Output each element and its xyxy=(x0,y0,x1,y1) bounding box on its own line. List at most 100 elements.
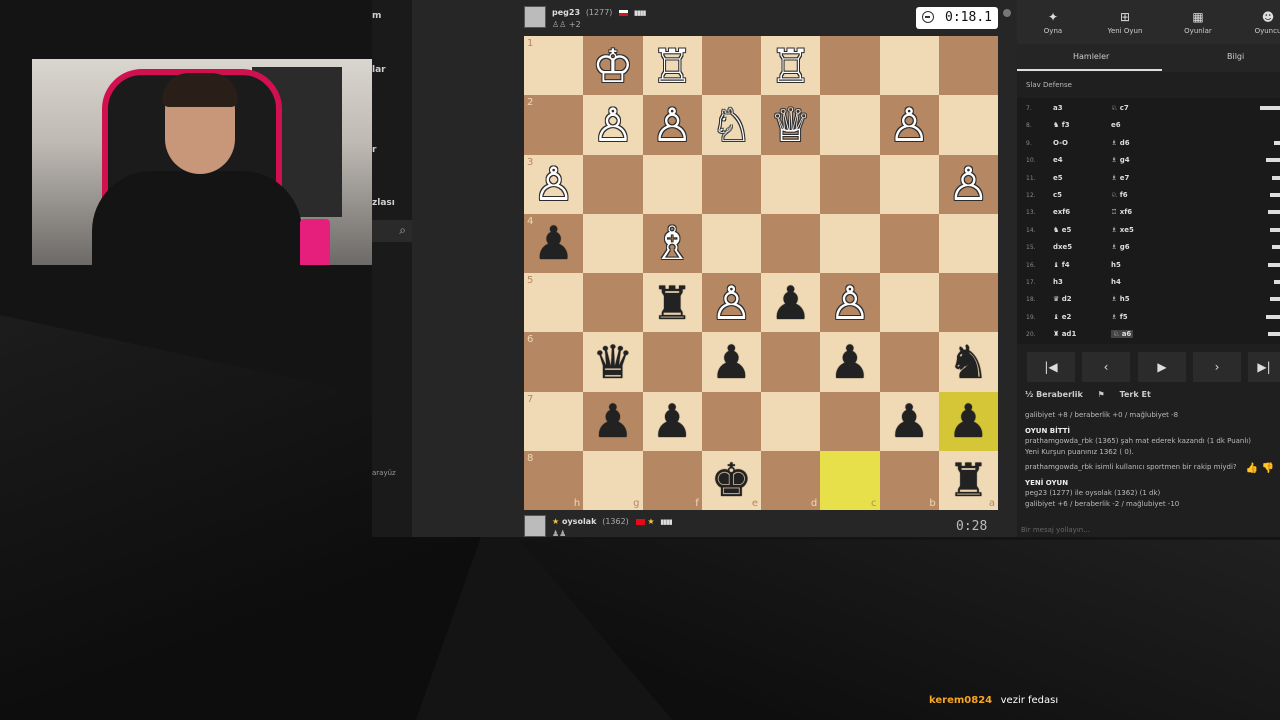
white-pawn-piece[interactable]: ♙ xyxy=(592,102,633,148)
black-pawn-piece[interactable]: ♟ xyxy=(829,339,870,385)
board-square[interactable] xyxy=(642,332,702,392)
board-square[interactable]: ♖ xyxy=(761,36,821,96)
board-square[interactable] xyxy=(820,391,880,451)
board-square[interactable]: ♛ xyxy=(583,332,643,392)
board-square[interactable]: 3 ♙ xyxy=(524,154,584,214)
white-move[interactable]: O-O xyxy=(1053,139,1068,147)
board-square[interactable] xyxy=(938,273,998,333)
board-square[interactable]: ♟ xyxy=(879,391,939,451)
black-move[interactable]: ♗ xe5 xyxy=(1111,226,1134,234)
black-move[interactable]: ♗ f5 xyxy=(1111,313,1128,321)
board-square[interactable]: 2 xyxy=(524,95,584,155)
board-square[interactable] xyxy=(820,213,880,273)
search-box[interactable]: ⌕ xyxy=(372,220,412,242)
white-move[interactable]: ♜ ad1 xyxy=(1053,330,1076,338)
white-move[interactable]: e5 xyxy=(1053,174,1063,182)
board-square[interactable]: ♟ xyxy=(583,391,643,451)
board-square[interactable]: b xyxy=(879,450,939,510)
white-rook-piece[interactable]: ♖ xyxy=(770,43,811,89)
white-bishop-piece[interactable]: ♗ xyxy=(652,220,693,266)
board-square[interactable]: ♟ xyxy=(761,273,821,333)
board-square[interactable]: ♖ xyxy=(642,36,702,96)
board-square[interactable] xyxy=(701,154,761,214)
black-move[interactable]: h4 xyxy=(1111,278,1121,286)
white-knight-piece[interactable]: ♘ xyxy=(711,102,752,148)
board-square[interactable] xyxy=(820,36,880,96)
board-square[interactable]: ♞ xyxy=(938,332,998,392)
board-square[interactable] xyxy=(583,273,643,333)
board-square[interactable] xyxy=(583,213,643,273)
board-square[interactable]: ♜ xyxy=(642,273,702,333)
black-move[interactable]: e6 xyxy=(1111,121,1121,129)
board-square[interactable]: ♗ xyxy=(642,213,702,273)
sidebar-label[interactable]: lar xyxy=(372,65,386,75)
board-square[interactable]: ♘ xyxy=(701,95,761,155)
play-button[interactable]: ▶ xyxy=(1138,352,1186,382)
board-square[interactable] xyxy=(879,154,939,214)
black-move[interactable]: h5 xyxy=(1111,261,1121,269)
board-square[interactable] xyxy=(820,95,880,155)
board-square[interactable]: ♙ xyxy=(879,95,939,155)
white-king-piece[interactable]: ♔ xyxy=(592,43,633,89)
player-name[interactable]: oysolak xyxy=(562,517,596,526)
sidebar-label[interactable]: arayüz xyxy=(372,469,396,477)
black-pawn-piece[interactable]: ♟ xyxy=(592,398,633,444)
board-square[interactable] xyxy=(879,273,939,333)
white-move[interactable]: e4 xyxy=(1053,156,1063,164)
board-square[interactable]: 7 xyxy=(524,391,584,451)
next-move-button[interactable]: › xyxy=(1193,352,1241,382)
board-square[interactable] xyxy=(879,332,939,392)
board-square[interactable] xyxy=(642,154,702,214)
board-square[interactable]: ♟ xyxy=(938,391,998,451)
white-move[interactable]: h3 xyxy=(1053,278,1063,286)
board-square[interactable]: g xyxy=(583,450,643,510)
tab-info[interactable]: Bilgi xyxy=(1227,52,1244,61)
board-square[interactable] xyxy=(879,36,939,96)
white-queen-piece[interactable]: ♕ xyxy=(770,102,811,148)
black-pawn-piece[interactable]: ♟ xyxy=(889,398,930,444)
black-move[interactable]: ♗ e7 xyxy=(1111,174,1129,182)
search-icon[interactable]: ⌕ xyxy=(399,223,406,238)
black-move[interactable]: ♖ xf6 xyxy=(1111,208,1132,216)
board-square[interactable]: f xyxy=(642,450,702,510)
board-square[interactable]: 6 xyxy=(524,332,584,392)
white-move[interactable]: exf6 xyxy=(1053,208,1070,216)
player-name[interactable]: peg23 xyxy=(552,8,580,17)
avatar[interactable] xyxy=(524,515,546,537)
tab-players[interactable]: ☻ Oyuncu xyxy=(1238,10,1280,35)
first-move-button[interactable]: |◀ xyxy=(1027,352,1075,382)
chess-board[interactable]: 1 ♔ ♖ ♖ 2 ♙ ♙ ♘ ♕ ♙ 3 ♙ ♙ 4 ♟ ♗ 5 ♜ ♙ ♟ ♙ 6 ♛ ♟ ♟ ♞ 7 ♟ ♟ ♟ ♟ 8 h g f e ♚ d c b… xyxy=(524,36,998,510)
sidebar-label[interactable]: m xyxy=(372,11,381,21)
board-square[interactable] xyxy=(761,213,821,273)
white-move[interactable]: ♝ e2 xyxy=(1053,313,1071,321)
board-square[interactable]: c xyxy=(820,450,880,510)
black-move[interactable]: ♘ a6 xyxy=(1111,330,1134,339)
thumbs-down-icon[interactable]: 👎 xyxy=(1262,463,1274,474)
black-move[interactable]: ♗ g4 xyxy=(1111,156,1130,164)
board-square[interactable]: ♟ xyxy=(701,332,761,392)
board-square[interactable] xyxy=(701,391,761,451)
white-pawn-piece[interactable]: ♙ xyxy=(711,280,752,326)
board-square[interactable] xyxy=(761,154,821,214)
black-rook-piece[interactable]: ♜ xyxy=(948,457,989,503)
board-square[interactable]: ♔ xyxy=(583,36,643,96)
black-pawn-piece[interactable]: ♟ xyxy=(533,220,574,266)
board-square[interactable]: ♟ xyxy=(642,391,702,451)
board-square[interactable] xyxy=(938,213,998,273)
last-move-button[interactable]: ▶| xyxy=(1248,352,1280,382)
black-pawn-piece[interactable]: ♟ xyxy=(770,280,811,326)
tab-play[interactable]: ✦ Oyna xyxy=(1023,10,1083,35)
board-square[interactable]: ♙ xyxy=(583,95,643,155)
black-pawn-piece[interactable]: ♟ xyxy=(711,339,752,385)
white-move[interactable]: ♝ f4 xyxy=(1053,261,1070,269)
black-king-piece[interactable]: ♚ xyxy=(711,457,752,503)
board-square[interactable]: 5 xyxy=(524,273,584,333)
white-move[interactable]: ♞ f3 xyxy=(1053,121,1070,129)
board-square[interactable]: ♕ xyxy=(761,95,821,155)
avatar[interactable] xyxy=(524,6,546,28)
white-move[interactable]: dxe5 xyxy=(1053,243,1072,251)
board-square[interactable] xyxy=(583,154,643,214)
tab-new-game[interactable]: ⊞ Yeni Oyun xyxy=(1095,10,1155,35)
board-square[interactable]: ♙ xyxy=(820,273,880,333)
board-square[interactable]: d xyxy=(761,450,821,510)
